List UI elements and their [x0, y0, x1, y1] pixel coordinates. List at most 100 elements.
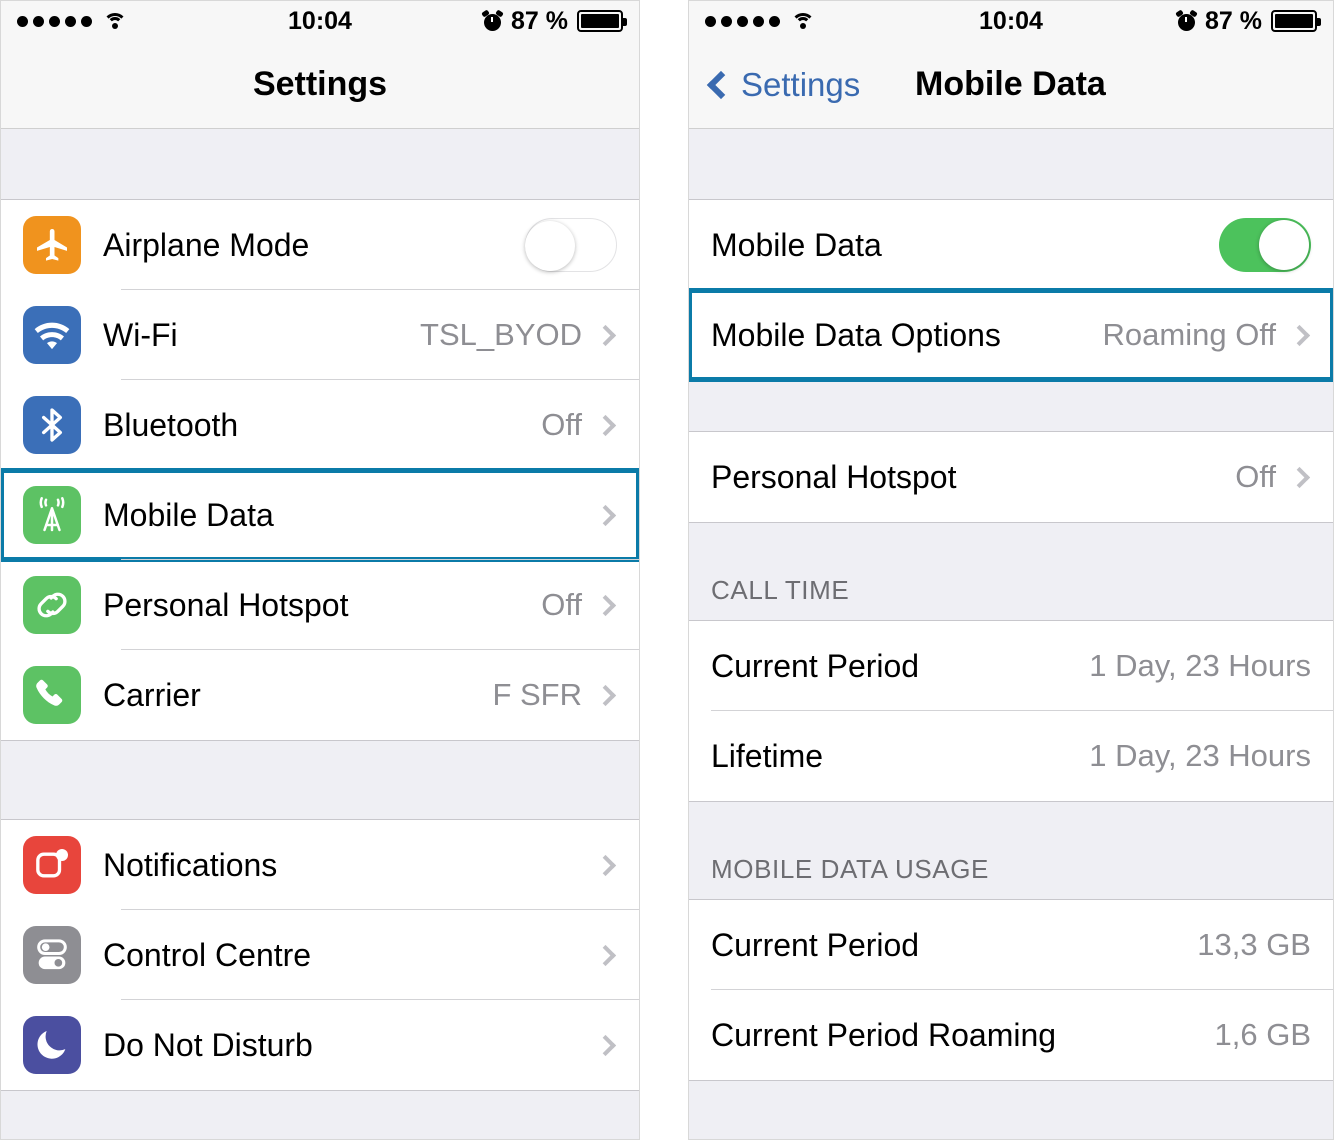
row-airplane-mode[interactable]: Airplane Mode: [1, 200, 639, 290]
row-personal-hotspot[interactable]: Personal Hotspot Off: [1, 560, 639, 650]
list-bottom-spacer: [689, 1081, 1333, 1121]
row-control[interactable]: [594, 1034, 617, 1056]
row-label: Current Period Roaming: [711, 1016, 1057, 1053]
row-control[interactable]: [1219, 218, 1311, 272]
chevron-right-icon: [594, 944, 617, 966]
settings-group-notifications: Notifications Control Centre Do Not Dist…: [1, 819, 639, 1091]
row-value: Off: [541, 407, 582, 442]
row-bluetooth[interactable]: Bluetooth Off: [1, 380, 639, 470]
mobile-data-list[interactable]: Mobile Data Mobile Data Options Roaming …: [689, 129, 1333, 1139]
carrier-icon: [23, 666, 81, 724]
row-usage-current-period-roaming: Current Period Roaming 1,6 GB: [689, 990, 1333, 1080]
chevron-left-icon: [706, 70, 736, 99]
row-wifi[interactable]: Wi-Fi TSL_BYOD: [1, 290, 639, 380]
group-separator-spacer: [689, 381, 1333, 431]
row-label: Bluetooth: [103, 406, 239, 443]
row-control[interactable]: Roaming Off: [1103, 317, 1311, 353]
row-mobile-data-toggle[interactable]: Mobile Data: [689, 200, 1333, 290]
row-value: TSL_BYOD: [420, 317, 582, 352]
row-control[interactable]: F SFR: [492, 677, 617, 713]
notifications-icon: [23, 836, 81, 894]
settings-group-mobile-data: Mobile Data Mobile Data Options Roaming …: [689, 199, 1333, 382]
row-label: Notifications: [103, 846, 278, 883]
battery-percent-label: 87 %: [1205, 6, 1262, 35]
chevron-right-icon: [594, 594, 617, 616]
do-not-disturb-icon: [23, 1016, 81, 1074]
row-control[interactable]: [582, 504, 617, 526]
left-phone-screen: 10:04 87 % Settings Airplane Mode Wi-Fi …: [0, 0, 640, 1140]
list-bottom-spacer: [1, 1091, 639, 1139]
airplane-mode-toggle[interactable]: [525, 218, 617, 272]
row-control: 1,6 GB: [1215, 1017, 1312, 1053]
chevron-right-icon: [594, 324, 617, 346]
mobile-data-toggle[interactable]: [1219, 218, 1311, 272]
row-value: Roaming Off: [1102, 317, 1276, 352]
mobile-data-icon: [23, 486, 81, 544]
row-control[interactable]: Off: [541, 407, 617, 443]
page-title: Settings: [252, 65, 388, 103]
row-value: 1,6 GB: [1214, 1017, 1312, 1052]
row-personal-hotspot[interactable]: Personal Hotspot Off: [689, 432, 1333, 522]
chevron-right-icon: [594, 504, 617, 526]
row-control-centre[interactable]: Control Centre: [1, 910, 639, 1000]
row-value: 1 Day, 23 Hours: [1089, 738, 1311, 773]
row-label: Mobile Data Options: [711, 316, 1001, 353]
settings-list-left[interactable]: Airplane Mode Wi-Fi TSL_BYOD Bluetooth O…: [1, 129, 639, 1139]
row-control[interactable]: [594, 944, 617, 966]
row-control[interactable]: TSL_BYOD: [420, 317, 617, 353]
status-bar-left: 10:04 87 %: [1, 1, 639, 41]
row-control[interactable]: Off: [1235, 459, 1311, 495]
row-control[interactable]: Off: [541, 587, 617, 623]
row-label: Personal Hotspot: [103, 586, 349, 623]
row-label: Current Period: [711, 647, 920, 684]
battery-full-icon: [577, 10, 627, 32]
page-title: Mobile Data: [915, 65, 1106, 103]
chevron-right-icon: [594, 1034, 617, 1056]
back-button[interactable]: Settings: [706, 66, 860, 104]
row-mobile-data-options[interactable]: Mobile Data Options Roaming Off: [689, 288, 1333, 382]
list-top-spacer: [689, 129, 1333, 199]
row-notifications[interactable]: Notifications: [1, 820, 639, 910]
row-control[interactable]: [594, 854, 617, 876]
group-separator-spacer: [1, 741, 639, 819]
list-top-spacer: [1, 129, 639, 199]
alarm-clock-icon: [481, 8, 504, 31]
row-label: Personal Hotspot: [711, 458, 957, 495]
row-control: 1 Day, 23 Hours: [1089, 648, 1311, 684]
row-do-not-disturb[interactable]: Do Not Disturb: [1, 1000, 639, 1090]
battery-full-icon: [1271, 10, 1321, 32]
status-bar-right: 10:04 87 %: [689, 1, 1333, 41]
row-carrier[interactable]: Carrier F SFR: [1, 650, 639, 740]
chevron-right-icon: [594, 684, 617, 706]
row-control[interactable]: [525, 218, 617, 272]
row-label: Mobile Data: [711, 226, 882, 263]
status-bar-right-group: 87 %: [481, 6, 627, 36]
settings-group-personal-hotspot: Personal Hotspot Off: [689, 431, 1333, 523]
row-label: Mobile Data: [103, 496, 274, 533]
panel-gap: [640, 0, 688, 1140]
chevron-right-icon: [1288, 466, 1311, 488]
row-control: 1 Day, 23 Hours: [1089, 738, 1311, 774]
row-control: 13,3 GB: [1197, 927, 1311, 963]
personal-hotspot-icon: [23, 576, 81, 634]
row-call-time-lifetime: Lifetime 1 Day, 23 Hours: [689, 711, 1333, 801]
row-value: Off: [541, 587, 582, 622]
nav-bar-left: Settings: [1, 41, 639, 129]
settings-group-call-time: Current Period 1 Day, 23 Hours Lifetime …: [689, 620, 1333, 802]
control-centre-icon: [23, 926, 81, 984]
alarm-clock-icon: [1175, 8, 1198, 31]
row-value: Off: [1235, 459, 1276, 494]
row-label: Control Centre: [103, 936, 312, 973]
right-phone-screen: 10:04 87 % Settings Mobile Data Mobile D…: [688, 0, 1334, 1140]
wifi-icon: [23, 306, 81, 364]
battery-percent-label: 87 %: [511, 6, 568, 35]
dual-screenshot-container: 10:04 87 % Settings Airplane Mode Wi-Fi …: [0, 0, 1334, 1140]
row-value: F SFR: [492, 677, 582, 712]
row-label: Do Not Disturb: [103, 1026, 313, 1063]
chevron-right-icon: [1288, 324, 1311, 346]
row-mobile-data[interactable]: Mobile Data: [1, 468, 639, 562]
row-label: Airplane Mode: [103, 226, 310, 263]
airplane-icon: [23, 216, 81, 274]
status-bar-right-group: 87 %: [1175, 6, 1321, 36]
row-label: Current Period: [711, 926, 920, 963]
